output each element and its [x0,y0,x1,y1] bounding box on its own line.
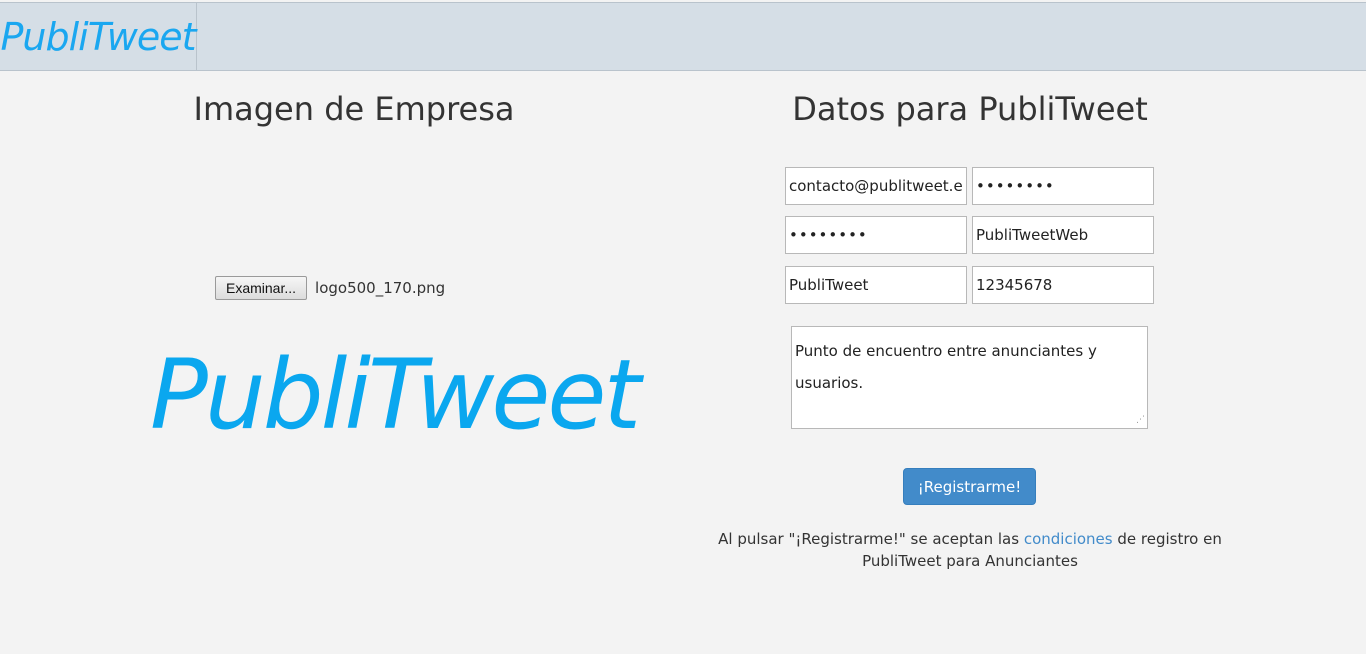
password-confirm-field[interactable] [785,216,967,254]
terms-text-before: Al pulsar "¡Registrarme!" se aceptan las [718,530,1024,548]
register-button[interactable]: ¡Registrarme! [903,468,1036,505]
conditions-link[interactable]: condiciones [1024,530,1113,548]
registration-heading: Datos para PubliTweet [792,90,1148,128]
username-field[interactable] [972,216,1154,254]
navbar: PubliTweet [0,2,1366,71]
file-upload: Examinar... logo500_170.png [215,276,445,300]
password-field[interactable] [972,167,1154,205]
browse-file-button[interactable]: Examinar... [215,276,308,300]
terms-notice: Al pulsar "¡Registrarme!" se aceptan las… [700,528,1240,572]
company-name-field[interactable] [785,266,967,304]
email-field[interactable] [785,167,967,205]
logo-preview-image: PubliTweet [150,339,641,451]
company-image-heading: Imagen de Empresa [193,90,515,128]
resize-grip-icon[interactable]: ⋰ [1136,416,1145,425]
phone-field[interactable] [972,266,1154,304]
brand-logo[interactable]: PubliTweet [0,3,197,70]
description-textarea[interactable]: Punto de encuentro entre anunciantes y u… [791,326,1148,429]
selected-file-name: logo500_170.png [315,279,446,297]
